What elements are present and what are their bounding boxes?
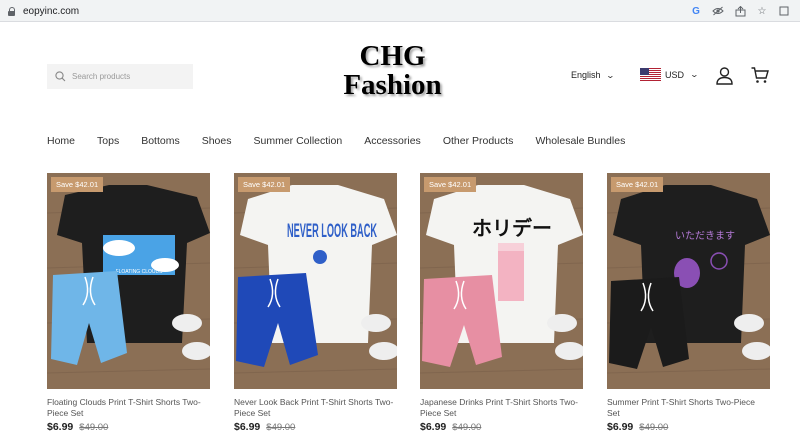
product-card[interactable]: Save $42.01 ホリデー Japanese Drinks Print T… [420,173,583,433]
product-image[interactable]: Save $42.01 いただきます [607,173,770,389]
product-grid: Save $42.01 FLOATING CLOUDS Floating Clo… [47,173,770,439]
product-title[interactable]: Floating Clouds Print T-Shirt Shorts Two… [47,397,210,419]
language-label: English [571,70,601,80]
compare-price: $49.00 [452,422,482,433]
language-selector[interactable]: English ⌄ [571,70,615,80]
sale-price: $6.99 [420,421,447,433]
product-image[interactable]: Save $42.01 FLOATING CLOUDS [47,173,210,389]
url-text[interactable]: eopyinc.com [23,6,79,17]
square-icon[interactable] [778,5,790,17]
nav-wholesale-bundles[interactable]: Wholesale Bundles [535,135,625,149]
search-input[interactable] [72,72,182,81]
store-logo[interactable]: CHG Fashion [320,42,465,100]
product-photo: FLOATING CLOUDS [47,173,210,389]
nav-bottoms[interactable]: Bottoms [141,135,180,149]
compare-price: $49.00 [266,422,296,433]
chevron-down-icon: ⌄ [689,70,700,79]
address-bar[interactable]: eopyinc.com [0,0,79,22]
product-title[interactable]: Summer Print T-Shirt Shorts Two-Piece Se… [607,397,770,419]
product-photo: NEVER LOOK BACK [234,173,397,389]
nav-tops[interactable]: Tops [97,135,119,149]
account-icon[interactable] [716,67,733,85]
shirt-print-text: いただきます [675,230,735,242]
main-nav: Home Tops Bottoms Shoes Summer Collectio… [47,135,647,149]
shirt-print-text: NEVER LOOK BACK [287,221,377,242]
logo-line-1: CHG [359,40,426,72]
product-photo: ホリデー [420,173,583,389]
google-icon[interactable]: G [690,5,702,17]
eye-off-icon[interactable] [712,5,724,17]
product-card[interactable]: Save $42.01 いただきます Summer Print T-Shirt … [607,173,770,433]
nav-shoes[interactable]: Shoes [202,135,232,149]
nav-accessories[interactable]: Accessories [364,135,421,149]
product-title[interactable]: Never Look Back Print T-Shirt Shorts Two… [234,397,397,419]
product-photo: いただきます [607,173,770,389]
sale-price: $6.99 [234,421,261,433]
shirt-print-text: ホリデー [472,216,552,240]
logo-line-2: Fashion [343,69,442,101]
nav-summer-collection[interactable]: Summer Collection [254,135,343,149]
save-badge: Save $42.01 [51,177,104,192]
search-icon [55,71,66,82]
cart-icon[interactable] [751,67,769,84]
sale-price: $6.99 [607,421,634,433]
product-image[interactable]: Save $42.01 ホリデー [420,173,583,389]
star-icon[interactable]: ☆ [756,5,768,17]
product-card[interactable]: Save $42.01 NEVER LOOK BACK Never Look B… [234,173,397,433]
save-badge: Save $42.01 [238,177,291,192]
chevron-down-icon: ⌄ [605,70,615,80]
nav-home[interactable]: Home [47,135,75,149]
currency-selector[interactable]: USD ⌄ [640,68,700,81]
save-badge: Save $42.01 [424,177,477,192]
product-image[interactable]: Save $42.01 NEVER LOOK BACK [234,173,397,389]
product-card[interactable]: Save $42.01 FLOATING CLOUDS Floating Clo… [47,173,210,433]
search-box[interactable] [47,64,193,89]
browser-toolbar: eopyinc.com G ☆ [0,0,800,22]
compare-price: $49.00 [79,422,109,433]
share-icon[interactable] [734,5,746,17]
nav-other-products[interactable]: Other Products [443,135,514,149]
compare-price: $49.00 [639,422,669,433]
save-badge: Save $42.01 [611,177,664,192]
us-flag-icon [640,68,661,81]
currency-label: USD [665,69,685,80]
lock-icon [8,6,16,16]
shirt-print-text: FLOATING CLOUDS [116,269,164,275]
product-title[interactable]: Japanese Drinks Print T-Shirt Shorts Two… [420,397,583,419]
sale-price: $6.99 [47,421,74,433]
